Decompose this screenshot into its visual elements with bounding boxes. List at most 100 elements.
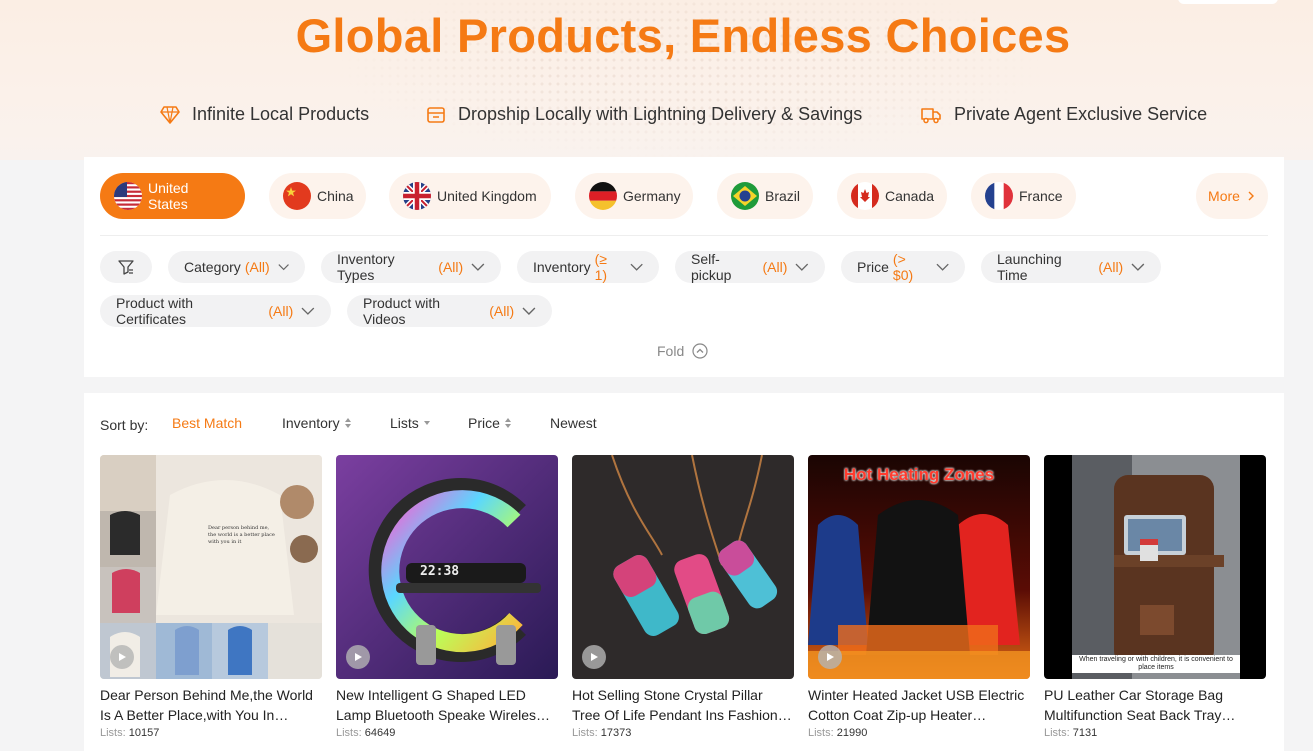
product-image[interactable]: When traveling or with children, it is c…	[1044, 455, 1266, 679]
sort-option-label: Lists	[390, 415, 419, 431]
chevron-down-icon	[471, 263, 485, 271]
product-banner: Hot Heating Zones	[843, 465, 995, 484]
lists-value: 7131	[1072, 727, 1098, 739]
filter-value: (All)	[489, 303, 515, 319]
feature-label: Infinite Local Products	[192, 104, 370, 124]
diamond-icon	[160, 105, 180, 124]
product-card[interactable]: Hot Heating Zones Winter Heated Jacket U…	[808, 455, 1030, 739]
hoodie-print: Dear person behind me, the world is a be…	[208, 525, 275, 545]
filter-toggle-button[interactable]	[100, 251, 152, 283]
play-video-icon[interactable]	[818, 645, 842, 669]
filter-price[interactable]: Price (> $0)	[841, 251, 965, 283]
product-image[interactable]: 22:38	[336, 455, 558, 679]
product-card[interactable]: Hot Selling Stone Crystal Pillar Tree Of…	[572, 455, 794, 739]
results-section: Sort by: Best Match Inventory Lists Pric…	[84, 393, 1284, 751]
product-image[interactable]: Hot Heating Zones	[808, 455, 1030, 679]
product-title[interactable]: Hot Selling Stone Crystal Pillar Tree Of…	[572, 685, 794, 725]
filter-label: Launching Time	[997, 251, 1062, 283]
sort-lists[interactable]: Lists	[390, 415, 431, 431]
product-title[interactable]: Dear Person Behind Me,the World Is A Bet…	[100, 685, 322, 725]
product-card[interactable]: 22:38 New Intelligent G Shaped LED Lamp …	[336, 455, 558, 739]
chevron-up-circle-icon	[692, 343, 708, 359]
sort-price[interactable]: Price	[468, 415, 512, 431]
feature-dropship: Dropship Locally with Lightning Delivery…	[426, 104, 862, 125]
filter-panel: United States China United Kingdom Germa…	[84, 157, 1284, 377]
france-flag-icon	[985, 182, 1013, 210]
sort-newest[interactable]: Newest	[550, 415, 597, 431]
clock-display: 22:38	[420, 564, 460, 579]
filter-self-pickup[interactable]: Self-pickup (All)	[675, 251, 825, 283]
filter-inventory[interactable]: Inventory (≥ 1)	[517, 251, 659, 283]
play-video-icon[interactable]	[582, 645, 606, 669]
play-video-icon[interactable]	[110, 645, 134, 669]
filter-label: Inventory Types	[337, 251, 395, 283]
us-flag-icon	[114, 182, 142, 210]
chevron-down-icon	[1131, 263, 1145, 271]
more-label: More	[1208, 188, 1240, 204]
filter-value: (All)	[1098, 259, 1124, 275]
filter-product-videos[interactable]: Product with Videos (All)	[347, 295, 552, 327]
filter-value: (All)	[244, 259, 270, 275]
lists-value: 64649	[364, 727, 396, 739]
filter-funnel-icon	[118, 260, 134, 275]
filter-product-certificates[interactable]: Product with Certificates (All)	[100, 295, 331, 327]
filter-label: Price	[857, 259, 889, 275]
product-card[interactable]: When traveling or with children, it is c…	[1044, 455, 1266, 739]
product-title[interactable]: Winter Heated Jacket USB Electric Cotton…	[808, 685, 1030, 725]
country-tab-germany[interactable]: Germany	[575, 173, 693, 219]
truck-icon	[921, 107, 941, 123]
sort-arrows-icon	[344, 418, 351, 428]
product-caption: When traveling or with children, it is c…	[1072, 655, 1240, 673]
product-title[interactable]: New Intelligent G Shaped LED Lamp Blueto…	[336, 685, 558, 725]
canada-flag-icon	[851, 182, 879, 210]
uk-flag-icon	[403, 182, 431, 210]
product-image[interactable]: Dear person behind me, the world is a be…	[100, 455, 322, 679]
sort-option-label: Inventory	[282, 415, 340, 431]
lists-label: Lists:	[572, 727, 598, 739]
country-label: China	[317, 188, 354, 204]
country-tab-united-states[interactable]: United States	[100, 173, 245, 219]
chevron-down-icon	[936, 263, 949, 271]
more-countries-button[interactable]: More	[1196, 173, 1268, 219]
chevron-right-icon	[1248, 191, 1254, 201]
country-tab-brazil[interactable]: Brazil	[717, 173, 813, 219]
country-label: France	[1019, 188, 1063, 204]
sort-option-label: Price	[468, 415, 500, 431]
feature-label: Private Agent Exclusive Service	[954, 104, 1208, 124]
fold-button[interactable]: Fold	[657, 343, 708, 359]
panel-divider	[100, 235, 1268, 236]
filter-value: (> $0)	[892, 251, 914, 283]
product-lists-count: Lists: 7131	[1044, 727, 1266, 739]
filter-inventory-types[interactable]: Inventory Types (All)	[321, 251, 501, 283]
lists-value: 10157	[128, 727, 160, 739]
country-label: United States	[148, 180, 189, 212]
country-tab-canada[interactable]: Canada	[837, 173, 947, 219]
product-image[interactable]	[572, 455, 794, 679]
filter-value: (All)	[268, 303, 294, 319]
chevron-down-icon	[278, 264, 289, 271]
germany-flag-icon	[589, 182, 617, 210]
country-tab-united-kingdom[interactable]: United Kingdom	[389, 173, 551, 219]
chevron-down-icon	[522, 307, 536, 315]
filter-label: Self-pickup	[691, 251, 732, 283]
play-video-icon[interactable]	[346, 645, 370, 669]
product-lists-count: Lists: 10157	[100, 727, 322, 739]
fold-label: Fold	[657, 343, 685, 359]
filter-category[interactable]: Category (All)	[168, 251, 305, 283]
top-bar-fragment	[1178, 0, 1278, 4]
hero-banner: Global Products, Endless Choices Infinit…	[0, 0, 1313, 160]
product-title[interactable]: PU Leather Car Storage Bag Multifunction…	[1044, 685, 1266, 725]
product-lists-count: Lists: 64649	[336, 727, 558, 739]
delivery-box-icon	[427, 106, 445, 123]
sort-best-match[interactable]: Best Match	[172, 415, 242, 431]
hero-title: Global Products, Endless Choices	[295, 9, 1071, 62]
country-tab-china[interactable]: China	[269, 173, 366, 219]
sort-option-label: Best Match	[172, 415, 243, 431]
country-tab-france[interactable]: France	[971, 173, 1076, 219]
brazil-flag-icon	[731, 182, 759, 210]
china-flag-icon	[283, 182, 311, 210]
country-label: Brazil	[765, 188, 801, 204]
filter-launching-time[interactable]: Launching Time (All)	[981, 251, 1161, 283]
product-card[interactable]: Dear person behind me, the world is a be…	[100, 455, 322, 739]
sort-inventory[interactable]: Inventory	[282, 415, 352, 431]
